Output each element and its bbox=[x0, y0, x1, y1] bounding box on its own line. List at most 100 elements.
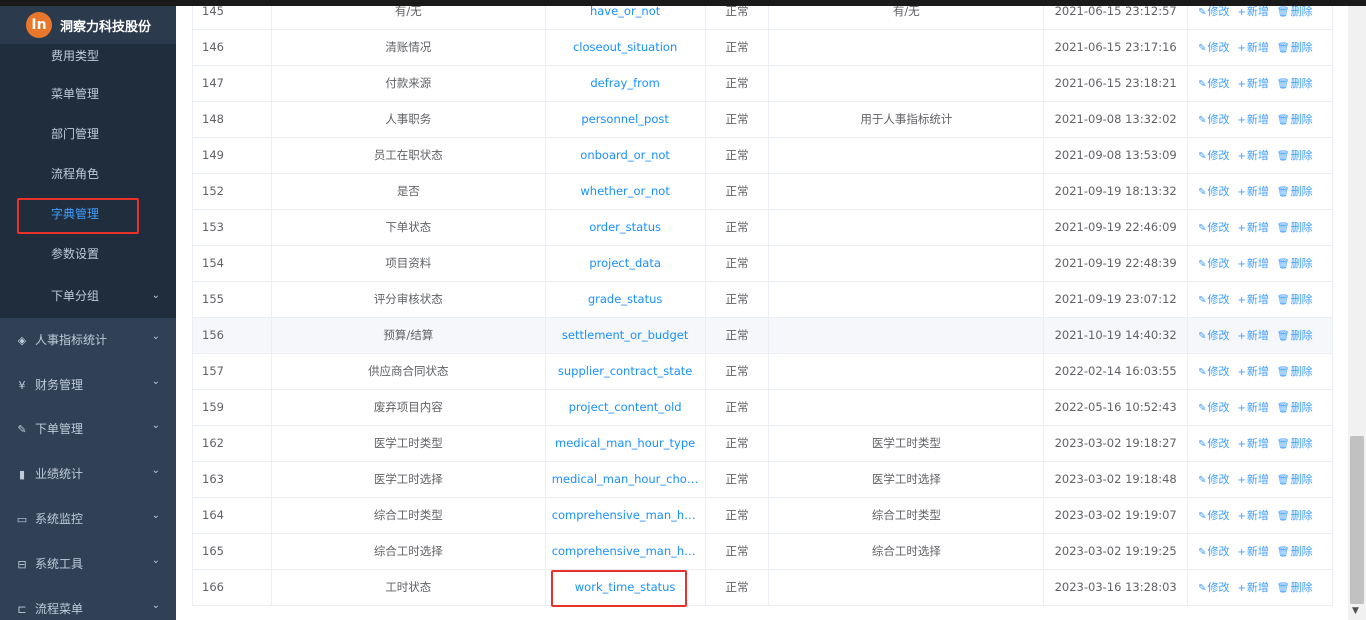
sidebar-menu-hr-stats[interactable]: ◈ 人事指标统计 ⌄ bbox=[0, 318, 176, 362]
delete-button[interactable]: 🗑删除 bbox=[1277, 462, 1313, 498]
action-label: 删除 bbox=[1290, 329, 1313, 342]
dict-created-time-cell: 2021-10-19 14:40:32 bbox=[1044, 318, 1189, 354]
edit-icon: ✎ bbox=[1198, 115, 1207, 126]
add-button[interactable]: +新增 bbox=[1238, 174, 1269, 210]
sidebar-item-process-role[interactable]: 流程角色 bbox=[0, 154, 176, 194]
delete-button[interactable]: 🗑删除 bbox=[1277, 498, 1313, 534]
sidebar-item-department-management[interactable]: 部门管理 bbox=[0, 114, 176, 154]
sidebar-menu-finance[interactable]: ¥ 财务管理 ⌄ bbox=[0, 363, 176, 407]
edit-button[interactable]: ✎修改 bbox=[1198, 174, 1229, 210]
add-button[interactable]: +新增 bbox=[1238, 30, 1269, 66]
edit-button[interactable]: ✎修改 bbox=[1198, 426, 1229, 462]
edit-button[interactable]: ✎修改 bbox=[1198, 354, 1229, 390]
dict-id-cell: 162 bbox=[193, 426, 272, 462]
add-button[interactable]: +新增 bbox=[1238, 570, 1269, 606]
dict-type-link[interactable]: supplier_contract_state bbox=[546, 354, 706, 390]
delete-button[interactable]: 🗑删除 bbox=[1277, 426, 1313, 462]
table-row: 159 废弃项目内容 project_content_old 正常 2022-05-16… bbox=[193, 390, 1333, 426]
edit-button[interactable]: ✎修改 bbox=[1198, 390, 1229, 426]
edit-button[interactable]: ✎修改 bbox=[1198, 282, 1229, 318]
add-button[interactable]: +新增 bbox=[1238, 102, 1269, 138]
scrollbar-thumb[interactable] bbox=[1350, 436, 1364, 604]
delete-button[interactable]: 🗑删除 bbox=[1277, 534, 1313, 570]
dict-type-link[interactable]: defray_from bbox=[546, 66, 706, 102]
add-button[interactable]: +新增 bbox=[1238, 534, 1269, 570]
add-button[interactable]: +新增 bbox=[1238, 354, 1269, 390]
dict-id-cell: 159 bbox=[193, 390, 272, 426]
sidebar-item-label: 部门管理 bbox=[51, 127, 100, 141]
sidebar-item-parameter-settings[interactable]: 参数设置 bbox=[0, 234, 176, 274]
sidebar-item-order-group[interactable]: 下单分组 ⌄ bbox=[0, 276, 176, 316]
chevron-down-icon: ⌄ bbox=[151, 376, 160, 387]
edit-button[interactable]: ✎修改 bbox=[1198, 318, 1229, 354]
dict-type-link[interactable]: order_status bbox=[546, 210, 706, 246]
dict-type-link[interactable]: comprehensive_man_hour... bbox=[546, 498, 706, 534]
dict-type-link[interactable]: project_data bbox=[546, 246, 706, 282]
trash-icon: 🗑 bbox=[1276, 187, 1290, 198]
delete-button[interactable]: 🗑删除 bbox=[1277, 246, 1313, 282]
sidebar-menu-performance[interactable]: ▮ 业绩统计 ⌄ bbox=[0, 452, 176, 496]
dict-type-link[interactable]: grade_status bbox=[546, 282, 706, 318]
plus-icon: + bbox=[1237, 583, 1246, 594]
delete-button[interactable]: 🗑删除 bbox=[1277, 354, 1313, 390]
dict-type-link[interactable]: onboard_or_not bbox=[546, 138, 706, 174]
delete-button[interactable]: 🗑删除 bbox=[1277, 390, 1313, 426]
delete-button[interactable]: 🗑删除 bbox=[1277, 318, 1313, 354]
dict-created-time-cell: 2021-09-19 18:13:32 bbox=[1044, 174, 1189, 210]
delete-button[interactable]: 🗑删除 bbox=[1277, 138, 1313, 174]
edit-button[interactable]: ✎修改 bbox=[1198, 570, 1229, 606]
action-label: 修改 bbox=[1207, 221, 1230, 234]
edit-button[interactable]: ✎修改 bbox=[1198, 102, 1229, 138]
vertical-scrollbar[interactable]: ▼ bbox=[1348, 6, 1366, 620]
edit-button[interactable]: ✎修改 bbox=[1198, 210, 1229, 246]
add-button[interactable]: +新增 bbox=[1238, 318, 1269, 354]
sidebar-menu-monitor[interactable]: ▭ 系统监控 ⌄ bbox=[0, 497, 176, 541]
edit-button[interactable]: ✎修改 bbox=[1198, 246, 1229, 282]
trash-icon: 🗑 bbox=[1276, 115, 1290, 126]
dict-type-link[interactable]: settlement_or_budget bbox=[546, 318, 706, 354]
sidebar-menu-orders[interactable]: ✎ 下单管理 ⌄ bbox=[0, 407, 176, 451]
sidebar-menu-process[interactable]: ⊏ 流程菜单 ⌄ bbox=[0, 587, 176, 620]
add-button[interactable]: +新增 bbox=[1238, 498, 1269, 534]
dict-type-link[interactable]: medical_man_hour_choice bbox=[546, 462, 706, 498]
add-button[interactable]: +新增 bbox=[1238, 282, 1269, 318]
dict-type-link[interactable]: closeout_situation bbox=[546, 30, 706, 66]
delete-button[interactable]: 🗑删除 bbox=[1277, 210, 1313, 246]
dict-type-link[interactable]: comprehensive_man_hour... bbox=[546, 534, 706, 570]
delete-button[interactable]: 🗑删除 bbox=[1277, 66, 1313, 102]
delete-button[interactable]: 🗑删除 bbox=[1277, 282, 1313, 318]
action-label: 删除 bbox=[1290, 437, 1313, 450]
row-actions: ✎修改 +新增 🗑删除 bbox=[1188, 174, 1333, 210]
edit-button[interactable]: ✎修改 bbox=[1198, 138, 1229, 174]
edit-button[interactable]: ✎修改 bbox=[1198, 30, 1229, 66]
table-row: 165 综合工时选择 comprehensive_man_hour... 正常 综合工时… bbox=[193, 534, 1333, 570]
edit-button[interactable]: ✎修改 bbox=[1198, 66, 1229, 102]
delete-button[interactable]: 🗑删除 bbox=[1277, 570, 1313, 606]
sidebar-menu-tools[interactable]: ⊟ 系统工具 ⌄ bbox=[0, 542, 176, 586]
dict-type-link[interactable]: project_content_old bbox=[546, 390, 706, 426]
dict-id-cell: 166 bbox=[193, 570, 272, 606]
add-button[interactable]: +新增 bbox=[1238, 66, 1269, 102]
add-button[interactable]: +新增 bbox=[1238, 462, 1269, 498]
scroll-down-icon[interactable]: ▼ bbox=[1352, 606, 1359, 616]
edit-button[interactable]: ✎修改 bbox=[1198, 534, 1229, 570]
delete-button[interactable]: 🗑删除 bbox=[1277, 102, 1313, 138]
dict-type-link[interactable]: medical_man_hour_type bbox=[546, 426, 706, 462]
table-row: 153 下单状态 order_status 正常 2021-09-19 22:46:09… bbox=[193, 210, 1333, 246]
dict-type-link[interactable]: personnel_post bbox=[546, 102, 706, 138]
sidebar-item-menu-management[interactable]: 菜单管理 bbox=[0, 74, 176, 114]
add-button[interactable]: +新增 bbox=[1238, 246, 1269, 282]
row-actions: ✎修改 +新增 🗑删除 bbox=[1188, 30, 1333, 66]
highlight-box-work-time-status bbox=[551, 570, 687, 607]
chevron-down-icon: ⌄ bbox=[151, 331, 160, 342]
table-row: 155 评分审核状态 grade_status 正常 2021-09-19 23:07:… bbox=[193, 282, 1333, 318]
dict-type-link[interactable]: whether_or_not bbox=[546, 174, 706, 210]
edit-button[interactable]: ✎修改 bbox=[1198, 462, 1229, 498]
add-button[interactable]: +新增 bbox=[1238, 390, 1269, 426]
delete-button[interactable]: 🗑删除 bbox=[1277, 30, 1313, 66]
delete-button[interactable]: 🗑删除 bbox=[1277, 174, 1313, 210]
edit-button[interactable]: ✎修改 bbox=[1198, 498, 1229, 534]
add-button[interactable]: +新增 bbox=[1238, 426, 1269, 462]
add-button[interactable]: +新增 bbox=[1238, 138, 1269, 174]
add-button[interactable]: +新增 bbox=[1238, 210, 1269, 246]
